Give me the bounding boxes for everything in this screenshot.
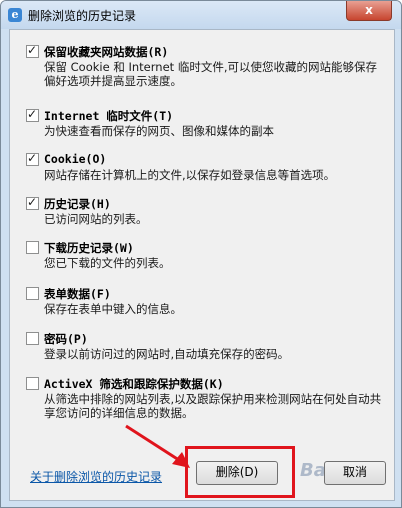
checkbox-download-history[interactable] [26,241,39,254]
option-title: 密码(P) [44,332,88,346]
cancel-button[interactable]: 取消 [324,461,386,485]
option-description: 网站存储在计算机上的文件,以保存如登录信息等首选项。 [44,168,336,182]
option-title: 历史记录(H) [44,197,111,211]
about-delete-history-link[interactable]: 关于删除浏览的历史记录 [30,468,162,485]
option-description: 已访问网站的列表。 [44,212,148,226]
option-title: ActiveX 筛选和跟踪保护数据(K) [44,377,224,391]
option-title: Internet 临时文件(T) [44,109,174,123]
option-description: 为快速查看而保存的网页、图像和媒体的副本 [44,124,274,138]
option-description: 从筛选中排除的网站列表,以及跟踪保护用来检测网站在何处自动共享您访问的详细信息的… [44,392,382,420]
option-title: Cookie(O) [44,152,107,166]
option-description: 保留 Cookie 和 Internet 临时文件,可以使您收藏的网站能够保存偏… [44,60,377,88]
option-title: 表单数据(F) [44,287,111,301]
checkbox-passwords[interactable] [26,332,39,345]
options-panel: 保留收藏夹网站数据(R) 保留 Cookie 和 Internet 临时文件,可… [9,29,395,501]
window-title: 删除浏览的历史记录 [28,9,137,23]
close-button[interactable]: x [346,1,392,21]
option-description: 保存在表单中键入的信息。 [44,302,182,316]
delete-history-dialog: e 删除浏览的历史记录 x 保留收藏夹网站数据(R) 保留 Cookie 和 I… [0,0,402,508]
delete-button[interactable]: 删除(D) [196,461,278,485]
checkbox-preserve-favorites[interactable] [26,43,39,58]
checkbox-cookies[interactable] [26,151,39,166]
option-description: 登录以前访问过的网站时,自动填充保存的密码。 [44,347,290,361]
option-description: 您已下载的文件的列表。 [44,256,171,270]
checkbox-history[interactable] [26,195,39,210]
ie-app-icon: e [8,8,22,22]
checkbox-form-data[interactable] [26,287,39,300]
checkbox-activex-tracking[interactable] [26,377,39,390]
checkbox-temp-files[interactable] [26,107,39,122]
option-title: 保留收藏夹网站数据(R) [44,45,169,59]
option-title: 下载历史记录(W) [44,241,134,255]
title-bar[interactable]: e 删除浏览的历史记录 x [1,1,401,29]
